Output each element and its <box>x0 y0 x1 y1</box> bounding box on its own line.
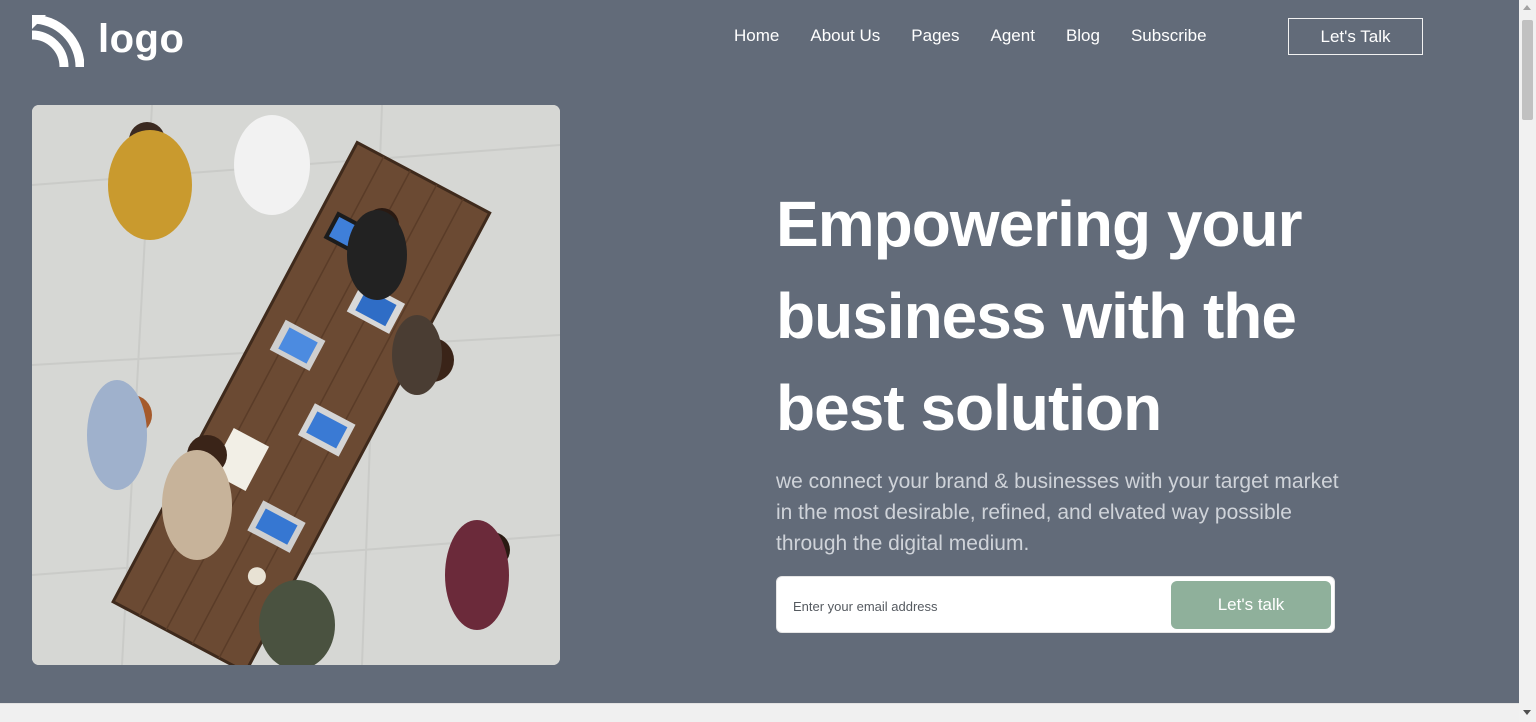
horizontal-scrollbar[interactable] <box>0 703 1519 722</box>
main-nav: Home About Us Pages Agent Blog Subscribe <box>734 24 1238 48</box>
nav-pages[interactable]: Pages <box>911 24 959 48</box>
nav-agent[interactable]: Agent <box>991 24 1035 48</box>
team-meeting-photo-icon <box>32 105 560 665</box>
nav-about-us[interactable]: About Us <box>810 24 880 48</box>
lets-talk-submit-button[interactable]: Let's talk <box>1171 581 1331 629</box>
hero-title-line-2: business with the <box>776 280 1297 352</box>
hero-subtitle: we connect your brand & businesses with … <box>776 470 1339 555</box>
scroll-up-arrow-icon[interactable] <box>1523 5 1531 10</box>
nav-home[interactable]: Home <box>734 24 779 48</box>
page-viewport: logo Home About Us Pages Agent Blog Subs… <box>0 0 1519 703</box>
nav-subscribe[interactable]: Subscribe <box>1131 24 1207 48</box>
email-signup-form: Let's talk <box>776 576 1335 633</box>
hero-image <box>32 105 560 665</box>
hero-title: Empowering your business with the best s… <box>776 178 1376 454</box>
vertical-scrollbar[interactable] <box>1519 0 1536 722</box>
logo-text: logo <box>98 17 185 61</box>
logo-icon <box>32 15 84 67</box>
hero-title-line-1: Empowering your <box>776 188 1302 260</box>
scrollbar-thumb[interactable] <box>1522 20 1533 120</box>
nav-blog[interactable]: Blog <box>1066 24 1100 48</box>
lets-talk-header-button[interactable]: Let's Talk <box>1288 18 1423 55</box>
site-logo[interactable]: logo <box>32 15 184 67</box>
hero-title-line-3: best solution <box>776 372 1162 444</box>
scroll-down-arrow-icon[interactable] <box>1523 710 1531 715</box>
email-input[interactable] <box>793 595 1163 617</box>
